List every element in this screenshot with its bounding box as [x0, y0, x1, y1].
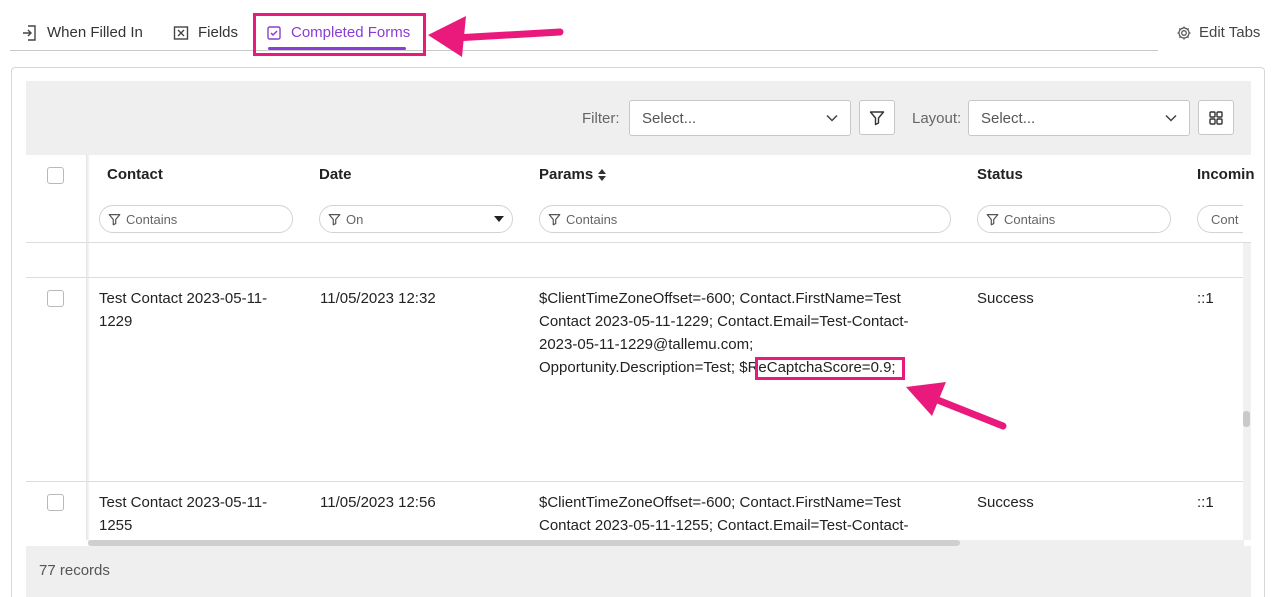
- arrow-to-tab-icon: [428, 16, 564, 57]
- annotation-arrows: [428, 16, 1007, 430]
- arrow-to-recaptcha-icon: [906, 382, 1007, 430]
